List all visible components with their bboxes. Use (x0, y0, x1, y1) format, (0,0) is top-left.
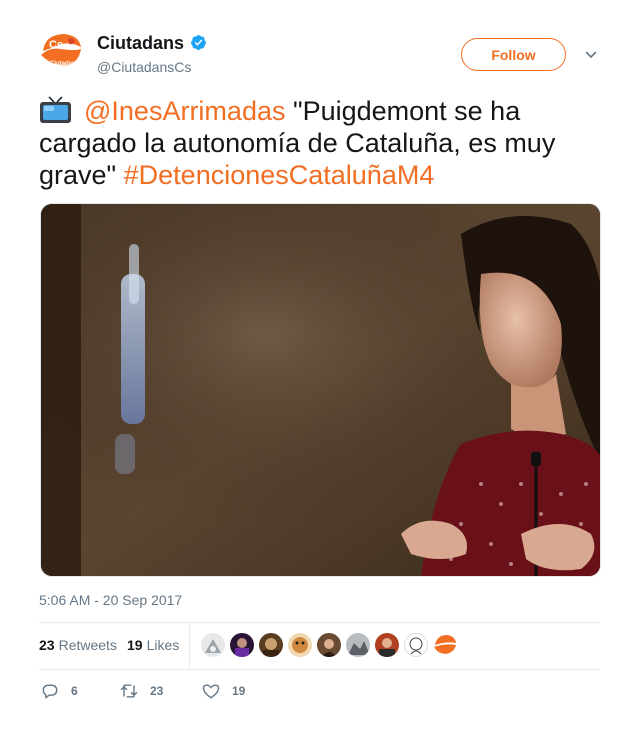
like-action[interactable]: 19 (201, 681, 245, 701)
reply-action[interactable]: 6 (40, 681, 78, 701)
liker-avatar[interactable] (317, 633, 341, 657)
retweets-stat[interactable]: 23 Retweets (39, 637, 117, 653)
reply-count: 6 (71, 684, 78, 698)
like-count: 19 (232, 684, 246, 698)
divider (39, 669, 600, 670)
stats-separator (189, 623, 190, 669)
heart-icon (202, 684, 220, 699)
liker-avatar[interactable] (375, 633, 399, 657)
retweets-count: 23 (39, 637, 55, 653)
tweet-photo[interactable] (40, 203, 601, 577)
follow-button[interactable]: Follow (461, 38, 566, 71)
liker-avatar[interactable] (288, 633, 312, 657)
likes-label: Likes (146, 637, 180, 653)
liker-avatar[interactable] (259, 633, 283, 657)
liker-avatar[interactable] (433, 633, 457, 657)
reply-icon (42, 684, 58, 699)
account-handle[interactable]: @CiutadansCs (97, 59, 191, 75)
svg-text:Ciutadans: Ciutadans (50, 61, 80, 67)
liker-avatar[interactable] (404, 633, 428, 657)
liker-avatar[interactable] (201, 633, 225, 657)
likes-stat[interactable]: 19 Likes (127, 637, 179, 653)
likes-count: 19 (127, 637, 143, 653)
chevron-down-icon[interactable] (585, 50, 597, 60)
mention-link[interactable]: @InesArrimadas (84, 96, 285, 126)
account-name[interactable]: Ciutadans (97, 33, 184, 54)
retweet-action[interactable]: 23 (119, 681, 163, 701)
tweet-text: @InesArrimadas "Puigdemont se ha cargado… (39, 95, 609, 191)
hashtag-link[interactable]: #DetencionesCataluñaM4 (124, 160, 435, 190)
tv-icon (40, 96, 71, 123)
retweet-icon (120, 684, 138, 698)
tweet-timestamp[interactable]: 5:06 AM - 20 Sep 2017 (39, 592, 182, 608)
svg-text:Cs: Cs (49, 39, 63, 51)
retweets-label: Retweets (58, 637, 117, 653)
divider (39, 622, 600, 623)
account-avatar[interactable]: Cs Ciutadans (39, 31, 83, 75)
verified-badge-icon (191, 35, 206, 50)
retweet-count: 23 (150, 684, 164, 698)
liker-avatar[interactable] (346, 633, 370, 657)
liker-avatar[interactable] (230, 633, 254, 657)
